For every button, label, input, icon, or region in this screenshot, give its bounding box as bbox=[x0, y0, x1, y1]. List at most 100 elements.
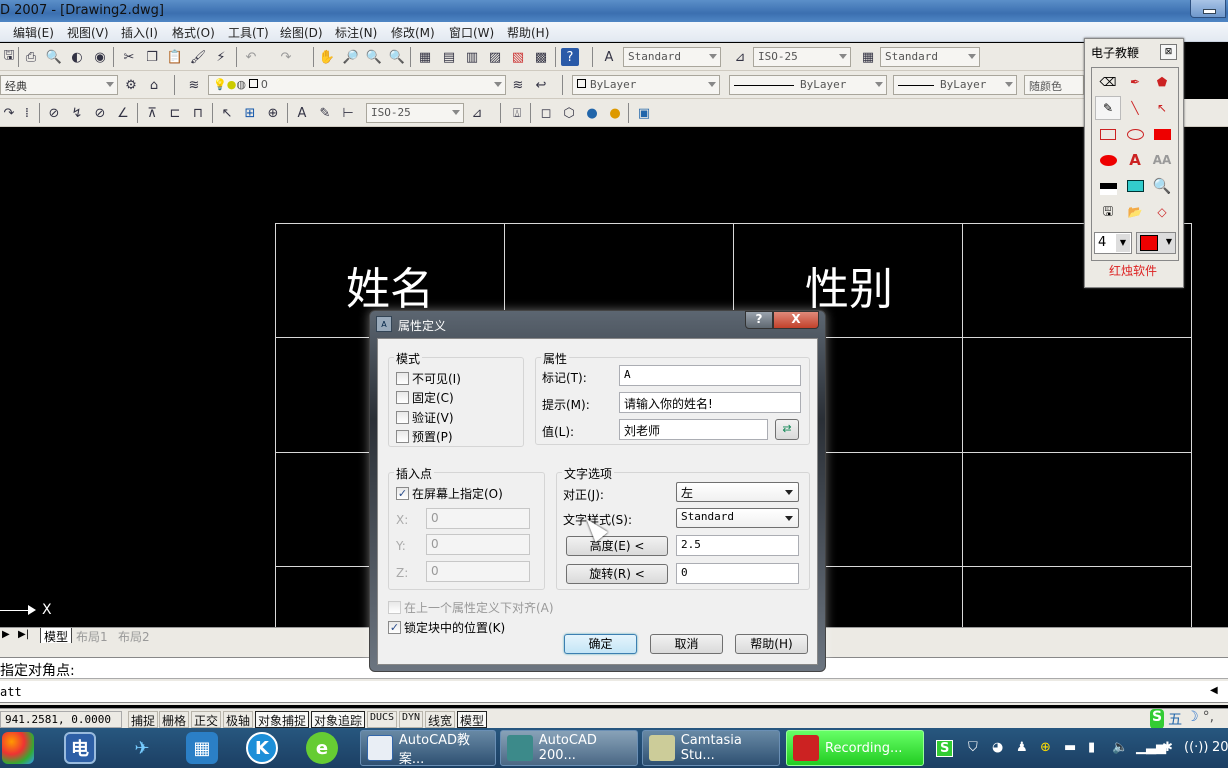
quick-dim-icon[interactable]: ⊼ bbox=[143, 104, 161, 122]
text-outline-icon[interactable]: AA bbox=[1149, 148, 1175, 172]
lineweight-select[interactable]: ByLayer bbox=[893, 75, 1017, 95]
task-autocad[interactable]: AutoCAD 200... bbox=[500, 730, 638, 766]
minimize-button[interactable] bbox=[1190, 0, 1226, 18]
tab-last-icon[interactable]: ▶| bbox=[18, 629, 29, 640]
task-camtasia[interactable]: Camtasia Stu... bbox=[642, 730, 780, 766]
properties-icon[interactable]: ▦ bbox=[416, 48, 434, 66]
zoom-realtime-icon[interactable]: 🔎 bbox=[342, 48, 360, 66]
menu-modify[interactable]: 修改(M) bbox=[391, 24, 435, 41]
arrow-icon[interactable]: ↖ bbox=[1149, 96, 1175, 120]
angular-icon[interactable]: ∠ bbox=[114, 104, 132, 122]
workspace-settings-icon[interactable]: ⚙ bbox=[122, 76, 140, 94]
ime-mode-icon[interactable]: 五 bbox=[1168, 709, 1182, 729]
dim-text-edit-icon[interactable]: ✎ bbox=[316, 104, 334, 122]
cut-icon[interactable]: ✂ bbox=[120, 48, 138, 66]
dim-style-select-2[interactable]: ISO-25 bbox=[366, 103, 464, 123]
pointer-icon[interactable]: ✎ bbox=[1095, 96, 1121, 120]
cancel-button[interactable]: 取消 bbox=[650, 634, 723, 654]
menu-tools[interactable]: 工具(T) bbox=[228, 24, 269, 41]
ellipse-icon[interactable] bbox=[1122, 122, 1148, 146]
tool-palettes-icon[interactable]: ▥ bbox=[463, 48, 481, 66]
color-select[interactable]: ByLayer bbox=[572, 75, 720, 95]
ime-punct-icon[interactable]: °, bbox=[1203, 709, 1214, 729]
grid-toggle[interactable]: 栅格 bbox=[159, 711, 190, 728]
box-icon[interactable]: ◻ bbox=[537, 104, 555, 122]
linetype-select[interactable]: ByLayer bbox=[729, 75, 887, 95]
text-icon[interactable]: A bbox=[1122, 148, 1148, 172]
rotation-input[interactable]: 0 bbox=[676, 563, 799, 584]
my-workspace-icon[interactable]: ⌂ bbox=[145, 76, 163, 94]
redo-icon[interactable]: ↷ bbox=[277, 48, 295, 66]
rect-icon[interactable] bbox=[1095, 122, 1121, 146]
table-style-select[interactable]: Standard bbox=[880, 47, 980, 67]
viewport-icon[interactable]: ⍍ bbox=[508, 104, 526, 122]
filled-ellipse-icon[interactable] bbox=[1095, 148, 1121, 172]
menu-insert[interactable]: 插入(I) bbox=[121, 24, 158, 41]
tray-bluetooth-icon[interactable]: ✱ bbox=[1162, 740, 1173, 755]
z-input[interactable]: 0 bbox=[426, 561, 530, 582]
prompt-input[interactable]: 请输入你的姓名! bbox=[619, 392, 801, 413]
text-style-dropdown[interactable]: Standard bbox=[676, 508, 799, 528]
calculator-icon[interactable]: ▩ bbox=[532, 48, 550, 66]
default-value-input[interactable]: 刘老师 bbox=[619, 419, 768, 440]
blackboard-icon[interactable] bbox=[1095, 174, 1121, 198]
publish-icon[interactable]: ◐ bbox=[68, 48, 86, 66]
rotation-pick-button[interactable]: 旋转(R) < bbox=[566, 564, 668, 584]
continue-icon[interactable]: ⊓ bbox=[189, 104, 207, 122]
tray-wireless-icon[interactable]: ((·)) bbox=[1184, 740, 1208, 755]
dialog-close-button[interactable]: X bbox=[773, 311, 819, 329]
zoom-window-icon[interactable]: 🔍 bbox=[365, 48, 383, 66]
block-editor-icon[interactable]: ⚡ bbox=[212, 48, 230, 66]
sheet-set-icon[interactable]: ▨ bbox=[486, 48, 504, 66]
otrack-toggle[interactable]: 对象追踪 bbox=[311, 711, 366, 728]
menu-window[interactable]: 窗口(W) bbox=[449, 24, 494, 41]
menu-dimension[interactable]: 标注(N) bbox=[335, 24, 377, 41]
dialog-help-button[interactable]: ? bbox=[745, 311, 773, 329]
print-icon[interactable]: ⎙ bbox=[22, 48, 40, 66]
filled-rect-icon[interactable] bbox=[1149, 122, 1175, 146]
table-style-icon[interactable]: ▦ bbox=[859, 48, 877, 66]
tray-network-device-icon[interactable]: ▬ bbox=[1064, 740, 1076, 755]
menu-view[interactable]: 视图(V) bbox=[67, 24, 109, 41]
x-input[interactable]: 0 bbox=[426, 508, 530, 529]
dim-style-manager-icon[interactable]: ⊿ bbox=[468, 104, 486, 122]
tray-shield-icon[interactable]: ⛉ bbox=[968, 740, 978, 755]
justify-select[interactable]: 左 bbox=[676, 482, 799, 502]
pen-icon[interactable]: ✒ bbox=[1122, 70, 1148, 94]
dim-update-icon[interactable]: ⊢ bbox=[339, 104, 357, 122]
tray-plus-icon[interactable]: ⊕ bbox=[1040, 740, 1051, 755]
constant-checkbox[interactable]: 固定(C) bbox=[396, 389, 454, 406]
design-center-icon[interactable]: ▤ bbox=[440, 48, 458, 66]
clock[interactable]: 20 bbox=[1212, 740, 1228, 755]
palette-close-button[interactable]: ⊠ bbox=[1160, 44, 1177, 60]
lineweight-toggle[interactable]: 线宽 bbox=[425, 711, 456, 728]
jogged-icon[interactable]: ↯ bbox=[68, 104, 86, 122]
line-icon[interactable]: ╲ bbox=[1122, 96, 1148, 120]
dim-style-icon[interactable]: ⊿ bbox=[731, 48, 749, 66]
fill-icon[interactable]: ⬟ bbox=[1149, 70, 1175, 94]
osnap-toggle[interactable]: 对象捕捉 bbox=[255, 711, 310, 728]
lock-position-checkbox[interactable]: ✓ 锁定块中的位置(K) bbox=[388, 619, 505, 636]
diamond-icon[interactable]: ◇ bbox=[1149, 200, 1175, 224]
undo-icon[interactable]: ↶ bbox=[242, 48, 260, 66]
tab-next-icon[interactable]: ▶ bbox=[2, 629, 10, 640]
tray-qq-icon[interactable]: ♟ bbox=[1016, 740, 1028, 755]
layer-select[interactable]: 💡●◍ 0 bbox=[208, 75, 506, 95]
sphere-icon[interactable]: ● bbox=[583, 104, 601, 122]
layer-previous-icon[interactable]: ↩ bbox=[532, 76, 550, 94]
menu-edit[interactable]: 编辑(E) bbox=[13, 24, 54, 41]
tray-sogou-icon[interactable]: S bbox=[936, 740, 954, 757]
pen-color-select[interactable]: ▼ bbox=[1136, 232, 1176, 254]
zoom-previous-icon[interactable]: 🔍 bbox=[388, 48, 406, 66]
height-input[interactable]: 2.5 bbox=[676, 535, 799, 556]
help-button[interactable]: 帮助(H) bbox=[735, 634, 808, 654]
layer-properties-icon[interactable]: ≋ bbox=[185, 76, 203, 94]
task-word-doc[interactable]: AutoCAD教案... bbox=[360, 730, 496, 767]
save-icon[interactable]: 🖫 bbox=[1095, 200, 1121, 224]
pen-width-select[interactable]: 4 ▼ bbox=[1094, 232, 1132, 254]
menu-draw[interactable]: 绘图(D) bbox=[280, 24, 323, 41]
tray-browser-icon[interactable]: ◕ bbox=[992, 740, 1003, 755]
specify-onscreen-checkbox[interactable]: ✓ 在屏幕上指定(O) bbox=[396, 485, 503, 502]
plotstyle-select[interactable]: 随颜色 bbox=[1024, 75, 1084, 95]
insert-field-button[interactable]: ⇄ bbox=[775, 419, 799, 440]
